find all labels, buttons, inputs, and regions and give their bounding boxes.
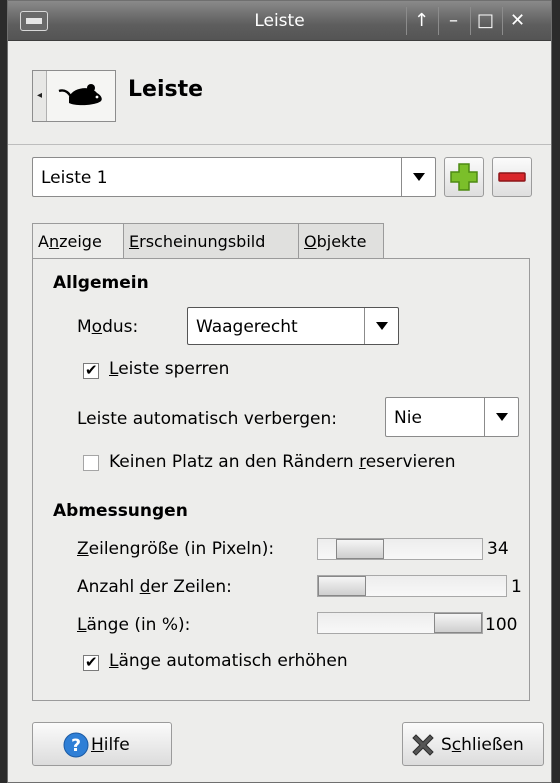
row-size-slider-knob[interactable] bbox=[336, 539, 384, 559]
rows-slider-knob[interactable] bbox=[318, 576, 366, 596]
close-button[interactable]: Schließen bbox=[402, 722, 544, 766]
tab-display-label: A bbox=[38, 232, 49, 251]
autohide-select[interactable]: Nie bbox=[385, 397, 519, 437]
mode-label: Modus: bbox=[77, 317, 139, 337]
minus-icon bbox=[498, 172, 526, 182]
tab-appearance[interactable]: Erscheinungsbild bbox=[123, 223, 299, 259]
length-label: Länge (in %): bbox=[77, 615, 191, 635]
row-size-label: Zeilengröße (in Pixeln): bbox=[77, 539, 275, 559]
reserve-space-label[interactable]: Keinen Platz an den Rändern reservieren bbox=[109, 452, 456, 472]
header-title: Leiste bbox=[128, 77, 204, 102]
tab-display-mnemonic: n bbox=[48, 232, 60, 251]
tab-display-label-rest: zeige bbox=[59, 232, 102, 251]
close-label: Schließen bbox=[441, 735, 524, 755]
rows-slider[interactable] bbox=[317, 575, 507, 597]
reserve-space-checkbox[interactable] bbox=[83, 455, 99, 471]
shade-button[interactable]: ↑ bbox=[406, 7, 436, 35]
row-size-value: 34 bbox=[487, 539, 509, 559]
row-size-slider[interactable] bbox=[317, 538, 483, 560]
mode-select-value: Waagerecht bbox=[196, 317, 298, 337]
lock-panel-checkbox[interactable] bbox=[83, 361, 99, 379]
tab-items[interactable]: Objekte bbox=[298, 223, 384, 259]
general-heading: Allgemein bbox=[53, 273, 149, 293]
tab-display[interactable]: Anzeige bbox=[32, 223, 124, 260]
tab-appearance-label: rscheinungsbild bbox=[139, 232, 266, 251]
mouse-icon bbox=[58, 84, 102, 106]
title-bar[interactable]: Leiste ↑ – □ ✕ bbox=[8, 1, 551, 41]
rows-value: 1 bbox=[511, 577, 522, 597]
panel-mouse-icon: ◂ bbox=[32, 70, 116, 122]
rows-label: Anzahl der Zeilen: bbox=[77, 577, 232, 597]
lock-panel-label[interactable]: Leiste sperren bbox=[109, 359, 229, 379]
maximize-button[interactable]: □ bbox=[470, 7, 500, 35]
mode-select[interactable]: Waagerecht bbox=[187, 307, 399, 345]
dimensions-heading: Abmessungen bbox=[53, 501, 188, 521]
autogrow-checkbox[interactable] bbox=[83, 653, 99, 671]
panel-select[interactable]: Leiste 1 bbox=[32, 157, 436, 197]
plus-icon bbox=[450, 163, 478, 191]
tab-items-label: bjekte bbox=[316, 232, 367, 251]
svg-text:?: ? bbox=[71, 736, 81, 756]
autogrow-label[interactable]: Länge automatisch erhöhen bbox=[109, 651, 348, 671]
autohide-select-value: Nie bbox=[394, 408, 422, 428]
dialog-header: ◂ Leiste bbox=[8, 41, 551, 145]
autohide-label: Leiste automatisch verbergen: bbox=[77, 409, 337, 429]
panel-handle-icon: ◂ bbox=[33, 71, 47, 121]
close-x-icon bbox=[412, 734, 434, 756]
minimize-button[interactable]: – bbox=[438, 7, 468, 35]
add-panel-button[interactable] bbox=[444, 157, 484, 197]
remove-panel-button[interactable] bbox=[492, 157, 532, 197]
tab-display-content: Allgemein Modus: Waagerecht Leiste sperr… bbox=[32, 258, 530, 701]
close-window-button[interactable]: ✕ bbox=[502, 7, 532, 35]
help-label: Hilfe bbox=[91, 735, 130, 755]
length-value: 100 bbox=[485, 615, 518, 635]
help-icon: ? bbox=[63, 732, 89, 758]
tab-items-mnemonic: O bbox=[304, 232, 317, 251]
chevron-down-icon bbox=[364, 308, 398, 344]
chevron-down-icon bbox=[484, 398, 518, 436]
tab-appearance-mnemonic: E bbox=[129, 232, 140, 251]
panel-select-value: Leiste 1 bbox=[41, 168, 108, 188]
chevron-down-icon bbox=[401, 158, 435, 196]
length-slider[interactable] bbox=[317, 612, 483, 634]
panel-preferences-dialog: Leiste ↑ – □ ✕ ◂ Leiste Leiste 1 Anzeige… bbox=[7, 0, 552, 783]
help-button[interactable]: ? Hilfe bbox=[32, 722, 172, 766]
length-slider-knob[interactable] bbox=[434, 613, 482, 633]
